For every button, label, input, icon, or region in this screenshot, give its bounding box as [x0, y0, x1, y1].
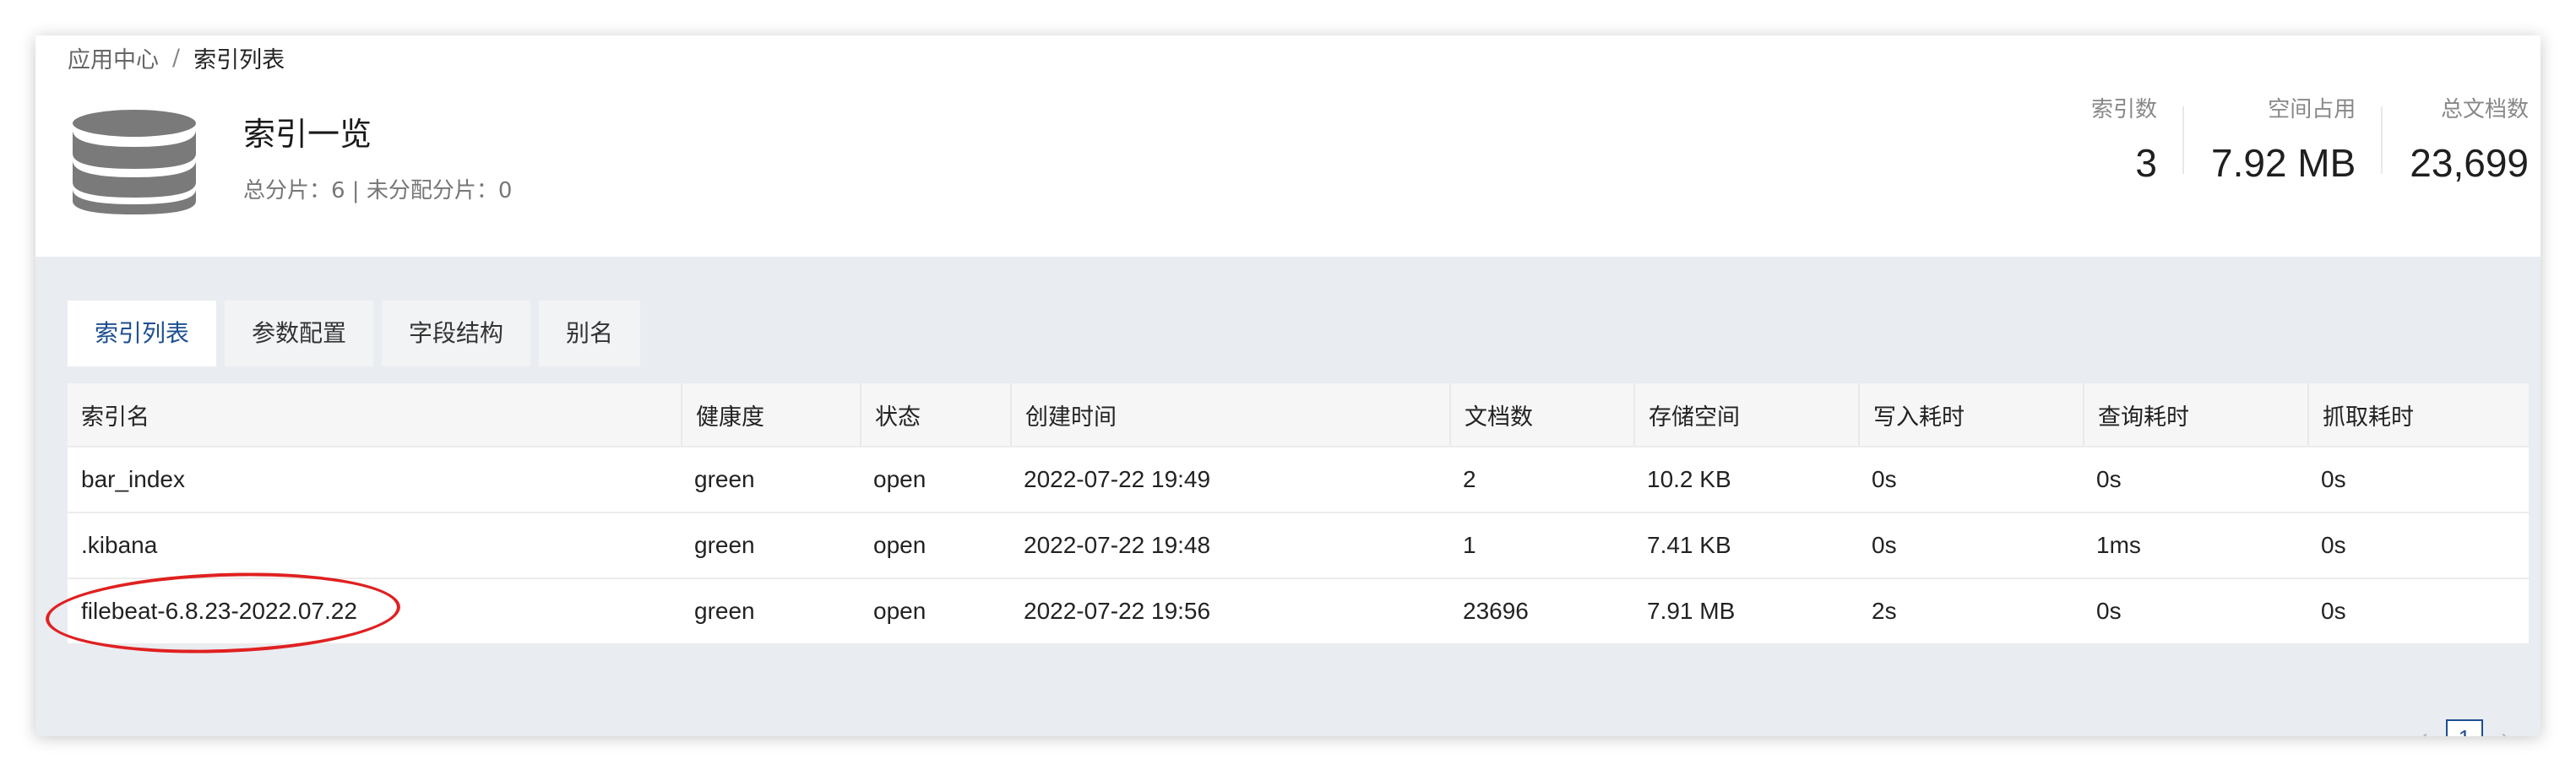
cell-health: green [694, 532, 755, 558]
page-header: 应用中心 / 索引列表 索引一览 总分片：6 | 未分配分片：0 索引数 3 空… [35, 35, 2541, 257]
stat-label: 索引数 [2090, 97, 2157, 122]
page-number-button[interactable]: 1 [2446, 719, 2483, 736]
table-row[interactable]: .kibana green open 2022-07-22 19:48 1 7.… [68, 513, 2529, 579]
cell-storage: 7.41 KB [1647, 532, 1731, 558]
cell-created: 2022-07-22 19:48 [1024, 532, 1211, 558]
tab-field-mapping[interactable]: 字段结构 [382, 301, 531, 366]
stat-index-count: 索引数 3 [2037, 95, 2157, 184]
shard-summary: 总分片：6 | 未分配分片：0 [243, 178, 513, 203]
pagination: ‹ 1 › [2409, 719, 2520, 736]
cell-write-time: 0s [1872, 532, 1897, 558]
stat-total-docs: 总文档数 23,699 [2356, 95, 2529, 184]
cell-query-time: 0s [2096, 466, 2122, 492]
cell-doc-count: 23696 [1463, 598, 1529, 624]
cell-health: green [694, 466, 755, 492]
cell-query-time: 1ms [2096, 532, 2141, 558]
cell-doc-count: 1 [1463, 532, 1476, 558]
table-row[interactable]: bar_index green open 2022-07-22 19:49 2 … [68, 447, 2529, 513]
stat-label: 总文档数 [2440, 97, 2529, 122]
cell-index-name[interactable]: .kibana [68, 513, 681, 578]
cell-status: open [873, 532, 927, 558]
cell-write-time: 0s [1872, 466, 1897, 492]
database-icon [73, 110, 196, 214]
cell-status: open [873, 598, 927, 624]
cell-doc-count: 2 [1463, 466, 1476, 492]
stats-summary: 索引数 3 空间占用 7.92 MB 总文档数 23,699 [2037, 95, 2529, 184]
stat-label: 空间占用 [2268, 97, 2356, 122]
column-header-write-time[interactable]: 写入耗时 [1858, 383, 2083, 446]
cell-fetch-time: 0s [2321, 532, 2346, 558]
cell-status: open [873, 466, 927, 492]
table-row[interactable]: filebeat-6.8.23-2022.07.22 green open 20… [68, 579, 2529, 645]
cell-index-name[interactable]: filebeat-6.8.23-2022.07.22 [68, 579, 681, 643]
cell-created: 2022-07-22 19:49 [1024, 466, 1211, 492]
column-header-health[interactable]: 健康度 [681, 383, 860, 446]
tab-bar: 索引列表 参数配置 字段结构 别名 [68, 301, 649, 366]
stat-value: 7.92 MB [2210, 141, 2356, 185]
cell-fetch-time: 0s [2321, 466, 2346, 492]
column-header-created[interactable]: 创建时间 [1010, 383, 1449, 446]
breadcrumb-separator: / [172, 44, 181, 71]
cell-fetch-time: 0s [2321, 598, 2346, 624]
index-table: 索引名 健康度 状态 创建时间 文档数 存储空间 写入耗时 查询耗时 抓取耗时 … [68, 383, 2529, 645]
table-header-row: 索引名 健康度 状态 创建时间 文档数 存储空间 写入耗时 查询耗时 抓取耗时 [68, 383, 2529, 447]
breadcrumb-current: 索引列表 [193, 46, 285, 73]
cell-write-time: 2s [1872, 598, 1897, 624]
cell-index-name[interactable]: bar_index [68, 447, 681, 512]
tab-aliases[interactable]: 别名 [539, 301, 641, 366]
app-window: 应用中心 / 索引列表 索引一览 总分片：6 | 未分配分片：0 索引数 3 空… [35, 35, 2541, 736]
chevron-left-icon[interactable]: ‹ [2409, 724, 2439, 736]
cell-query-time: 0s [2096, 598, 2122, 624]
page-title: 索引一览 [243, 116, 372, 153]
cell-storage: 10.2 KB [1647, 466, 1731, 492]
stat-value: 3 [2135, 141, 2157, 185]
column-header-query-time[interactable]: 查询耗时 [2083, 383, 2307, 446]
column-header-fetch-time[interactable]: 抓取耗时 [2307, 383, 2529, 446]
column-header-index-name[interactable]: 索引名 [68, 383, 681, 446]
tab-settings[interactable]: 参数配置 [225, 301, 374, 366]
stat-storage-used: 空间占用 7.92 MB [2157, 95, 2356, 184]
column-header-doc-count[interactable]: 文档数 [1449, 383, 1633, 446]
stat-value: 23,699 [2410, 141, 2529, 185]
column-header-storage[interactable]: 存储空间 [1633, 383, 1858, 446]
tab-index-list[interactable]: 索引列表 [68, 301, 217, 366]
cell-health: green [694, 598, 755, 624]
content-area: 索引列表 参数配置 字段结构 别名 索引名 健康度 状态 创建时间 文档数 存储… [35, 257, 2541, 736]
breadcrumb-parent-link[interactable]: 应用中心 [68, 41, 159, 74]
cell-storage: 7.91 MB [1647, 598, 1736, 624]
breadcrumb: 应用中心 / 索引列表 [68, 41, 285, 74]
chevron-right-icon[interactable]: › [2490, 724, 2520, 736]
cell-created: 2022-07-22 19:56 [1024, 598, 1211, 624]
column-header-status[interactable]: 状态 [860, 383, 1010, 446]
